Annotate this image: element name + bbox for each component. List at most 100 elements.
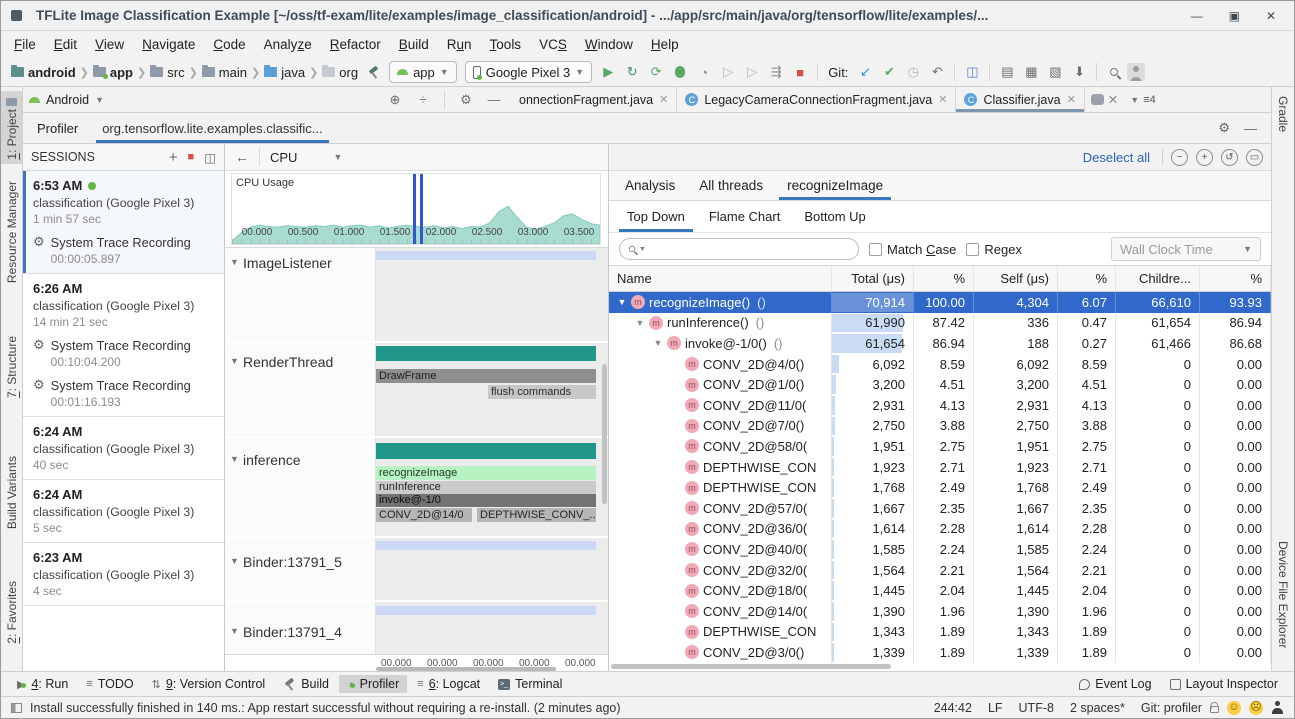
layout-inspector-button[interactable]: Layout Inspector xyxy=(1162,675,1286,693)
tab-analysis[interactable]: Analysis xyxy=(613,171,687,200)
session-item[interactable]: 6:24 AMclassification (Google Pixel 3)5 … xyxy=(23,480,224,543)
toolwindow-profiler[interactable]: ◔Profiler xyxy=(339,675,407,693)
expand-triangle-icon[interactable]: ▼ xyxy=(653,338,663,348)
menu-navigate[interactable]: Navigate xyxy=(133,34,204,55)
trace-event-recognizeimage[interactable]: recognizeImage xyxy=(376,466,596,480)
lock-icon[interactable] xyxy=(1210,706,1219,713)
sidebar-item---project[interactable]: 1: Project xyxy=(1,91,22,164)
gear-icon[interactable]: ⚙ xyxy=(1218,120,1230,136)
vertical-scrollbar[interactable] xyxy=(602,364,607,504)
selection-line[interactable] xyxy=(420,174,423,244)
trace-event-conv-2d-14-0[interactable]: CONV_2D@14/0 xyxy=(376,508,472,522)
selection-line[interactable] xyxy=(413,174,416,244)
table-row[interactable]: mCONV_2D@14/0(1,3901.961,3901.9600.00 xyxy=(609,601,1271,622)
feedback-sad-icon[interactable]: ☹ xyxy=(1249,701,1263,715)
toolwindow-4run[interactable]: ▶4: Run xyxy=(9,675,76,693)
sidebar-item-gradle[interactable]: Gradle xyxy=(1272,96,1294,132)
add-session-icon[interactable]: + xyxy=(169,149,178,166)
zoom-out-icon[interactable]: − xyxy=(1171,149,1188,166)
tab-icon-only[interactable]: ✕ xyxy=(1085,87,1124,112)
column-header-1[interactable]: Total (μs) xyxy=(832,266,914,291)
session-recording-item[interactable]: ⚙System Trace Recording00:10:04.200 xyxy=(33,338,216,369)
caret-position[interactable]: 244:42 xyxy=(934,701,972,715)
table-row[interactable]: mCONV_2D@57/0(1,6672.351,6672.3500.00 xyxy=(609,498,1271,519)
avatar[interactable] xyxy=(1127,63,1145,81)
collapse-triangle-icon[interactable]: ▼ xyxy=(230,356,239,366)
trace-event-runinference[interactable]: runInference xyxy=(376,481,596,494)
toolwindow-9versioncontrol[interactable]: ⇅9: Version Control xyxy=(144,675,274,693)
git-update-icon[interactable]: ↙ xyxy=(854,61,876,83)
restart-activity-icon[interactable]: ⇶ xyxy=(765,61,787,83)
column-header-3[interactable]: Self (μs) xyxy=(974,266,1058,291)
frame-selection-icon[interactable]: ▭ xyxy=(1246,149,1263,166)
locate-file-icon[interactable]: ⊕ xyxy=(384,89,406,111)
close-icon[interactable]: ✕ xyxy=(1067,93,1076,106)
profiler-session-tab[interactable]: org.tensorflow.lite.examples.classific..… xyxy=(92,113,332,143)
thread-row-inference[interactable]: ▼inferencerecognizeImagerunInferenceinvo… xyxy=(225,436,608,536)
maximize-icon[interactable]: ▣ xyxy=(1229,9,1240,23)
thread-state-bar[interactable] xyxy=(376,251,596,260)
menu-analyze[interactable]: Analyze xyxy=(255,34,321,55)
tab-top-down[interactable]: Top Down xyxy=(615,201,697,232)
layout-inspector-toolbar-icon[interactable]: ▧ xyxy=(1044,61,1066,83)
menu-run[interactable]: Run xyxy=(438,34,481,55)
menu-file[interactable]: File xyxy=(5,34,45,55)
project-structure-icon[interactable]: ◫ xyxy=(961,61,983,83)
breadcrumb-java[interactable]: java xyxy=(262,65,307,80)
breadcrumb-src[interactable]: src xyxy=(148,65,186,80)
tab-flame-chart[interactable]: Flame Chart xyxy=(697,201,793,232)
attach-debugger-icon[interactable]: ▷ xyxy=(717,61,739,83)
table-row[interactable]: mCONV_2D@7/0()2,7503.882,7503.8800.00 xyxy=(609,416,1271,437)
expand-triangle-icon[interactable]: ▼ xyxy=(617,297,627,307)
trace-event-invoke--1-0[interactable]: invoke@-1/0 xyxy=(376,494,596,507)
table-row[interactable]: mCONV_2D@40/0(1,5852.241,5852.2400.00 xyxy=(609,539,1271,560)
table-row[interactable]: mCONV_2D@32/0(1,5642.211,5642.2100.00 xyxy=(609,560,1271,581)
collapse-all-icon[interactable]: ÷ xyxy=(412,89,434,111)
search-everywhere-icon[interactable] xyxy=(1103,61,1125,83)
tab-recognizeimage[interactable]: recognizeImage xyxy=(775,171,895,200)
sidebar-item---structure[interactable]: 7: Structure xyxy=(1,336,22,398)
table-row[interactable]: mCONV_2D@1/0()3,2004.513,2004.5100.00 xyxy=(609,374,1271,395)
git-rollback-icon[interactable]: ↶ xyxy=(926,61,948,83)
toolwindow-terminal[interactable]: >_Terminal xyxy=(490,675,570,693)
tab-all-threads[interactable]: All threads xyxy=(687,171,775,200)
menu-build[interactable]: Build xyxy=(390,34,438,55)
column-header-6[interactable]: % xyxy=(1200,266,1271,291)
toolwindow-build[interactable]: Build xyxy=(275,675,337,693)
session-recording-item[interactable]: ⚙System Trace Recording00:00:05.897 xyxy=(33,235,216,266)
minimize-icon[interactable]: — xyxy=(1191,9,1203,23)
device-manager-icon[interactable]: ▦ xyxy=(1020,61,1042,83)
search-field[interactable] xyxy=(649,241,850,257)
gear-icon[interactable]: ⚙ xyxy=(455,89,477,111)
trace-event-flush-commands[interactable]: flush commands xyxy=(488,385,596,399)
run-icon[interactable]: ▶ xyxy=(597,61,619,83)
feedback-happy-icon[interactable]: ☺ xyxy=(1227,701,1241,715)
horizontal-scrollbar[interactable] xyxy=(376,667,556,671)
collapse-triangle-icon[interactable]: ▼ xyxy=(230,626,239,636)
menu-view[interactable]: View xyxy=(86,34,133,55)
reset-zoom-icon[interactable]: ↺ xyxy=(1221,149,1238,166)
stage-select[interactable]: CPU xyxy=(270,150,297,165)
stop-icon[interactable]: ■ xyxy=(789,61,811,83)
hidden-tabs-dropdown[interactable]: ▼≡4 xyxy=(1124,87,1161,112)
user-figure-icon[interactable] xyxy=(1271,701,1284,714)
table-row[interactable]: mDEPTHWISE_CON1,7682.491,7682.4900.00 xyxy=(609,477,1271,498)
match-case-checkbox[interactable]: Match Case xyxy=(869,242,956,257)
menu-vcs[interactable]: VCS xyxy=(530,34,576,55)
table-row[interactable]: mCONV_2D@36/0(1,6142.281,6142.2800.00 xyxy=(609,519,1271,540)
hide-pane-icon[interactable]: — xyxy=(483,89,505,111)
breadcrumb-app[interactable]: app xyxy=(91,65,135,80)
attach-profiler-icon[interactable]: ▷ xyxy=(741,61,763,83)
profile-icon[interactable]: ◔ xyxy=(693,61,715,83)
clock-type-select[interactable]: Wall Clock Time ▼ xyxy=(1111,237,1261,261)
stop-session-icon[interactable]: ■ xyxy=(188,151,195,163)
trace-event-drawframe[interactable]: DrawFrame xyxy=(376,369,596,383)
column-header-2[interactable]: % xyxy=(914,266,974,291)
toggle-toolwindows-icon[interactable] xyxy=(11,703,22,713)
zoom-in-icon[interactable]: + xyxy=(1196,149,1213,166)
editor-tab-Classifierjava[interactable]: CClassifier.java✕ xyxy=(956,87,1084,112)
breadcrumb-org[interactable]: org xyxy=(320,65,360,80)
sidebar-item-build-variants[interactable]: Build Variants xyxy=(1,456,22,529)
table-row[interactable]: mCONV_2D@11/0(2,9314.132,9314.1300.00 xyxy=(609,395,1271,416)
back-arrow-icon[interactable]: ← xyxy=(235,149,249,165)
